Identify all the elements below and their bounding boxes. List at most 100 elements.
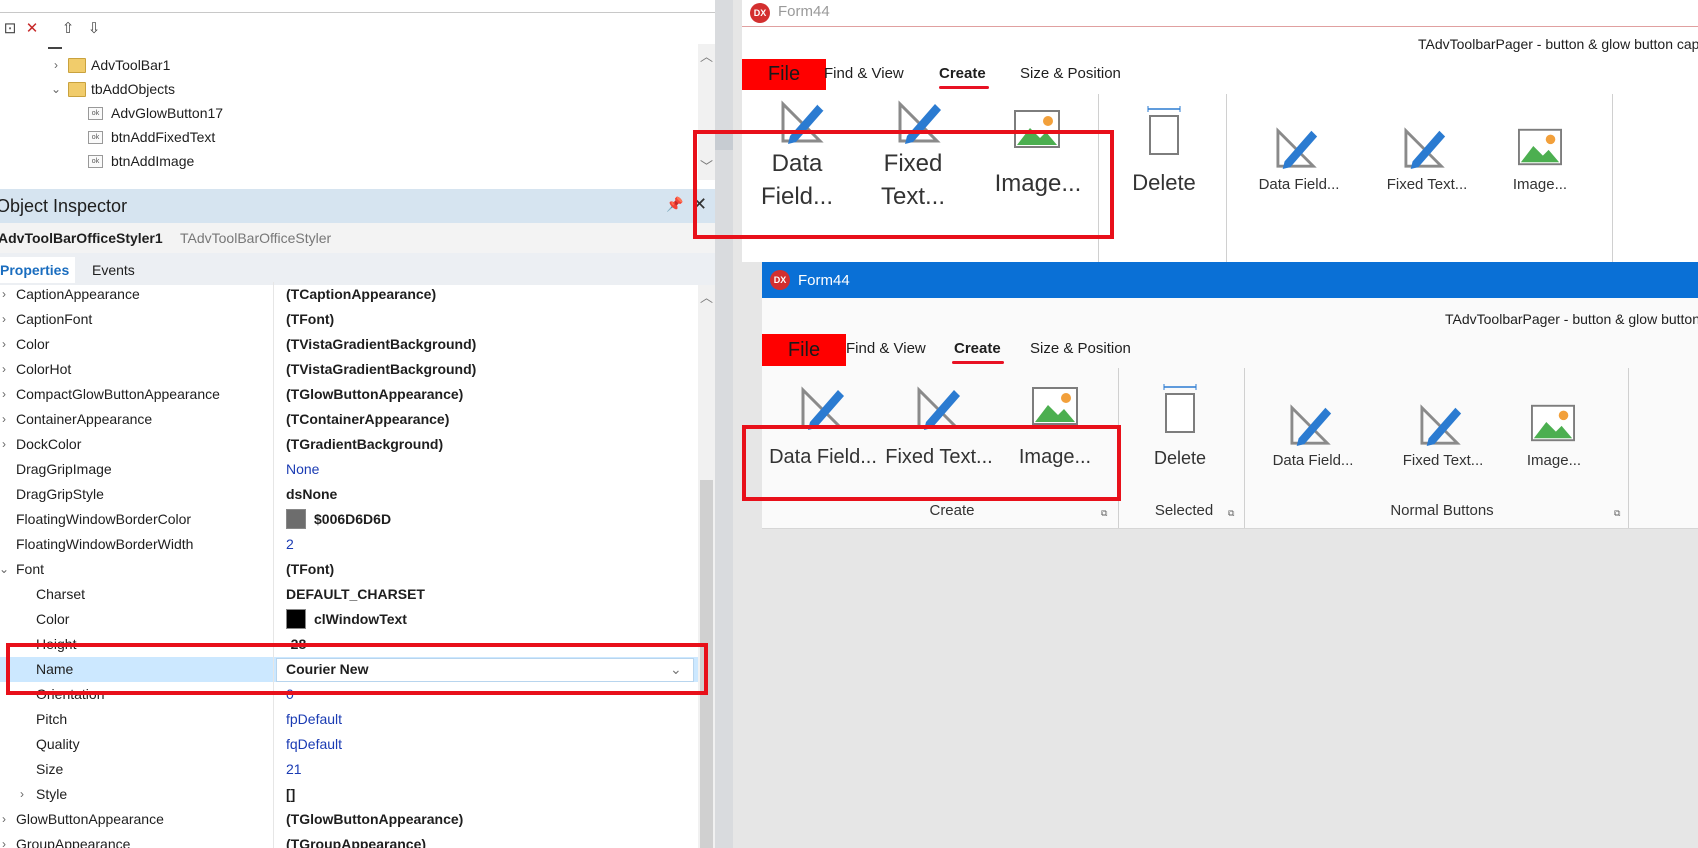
delete-button[interactable] — [1138, 380, 1222, 480]
tab-size-position[interactable]: Size & Position — [1030, 340, 1131, 357]
group-launcher-icon[interactable]: ⧉ — [1101, 508, 1107, 519]
property-row[interactable]: › Color (TVistaGradientBackground) — [0, 332, 698, 357]
pin-icon[interactable]: 📌 — [666, 196, 683, 213]
scroll-up-icon[interactable]: ︿ — [698, 46, 715, 65]
property-row[interactable]: FloatingWindowBorderWidth 2 — [0, 532, 698, 557]
ide-left-pane: ⊡ ✕ ⇧ ⇩ › AdvToolBar1 ⌄ tbAddObjects ok … — [0, 0, 715, 848]
property-row[interactable]: Size 21 — [0, 757, 698, 782]
tab-size-position[interactable]: Size & Position — [1020, 65, 1121, 82]
image-glow-button[interactable] — [1512, 398, 1596, 478]
property-value[interactable]: (TVistaGradientBackground) — [286, 332, 476, 357]
property-row[interactable]: ⌄ Font (TFont) — [0, 557, 698, 582]
property-value[interactable]: $006D6D6D — [286, 507, 391, 532]
fixed-text-glow-button[interactable] — [1396, 398, 1490, 478]
property-value[interactable]: fpDefault — [286, 707, 342, 732]
property-grid: › CaptionAppearance (TCaptionAppearance) › C… — [0, 282, 698, 848]
property-value[interactable]: (TGlowButtonAppearance) — [286, 382, 463, 407]
form-title: Form44 — [778, 3, 830, 20]
file-tab[interactable]: File — [742, 59, 826, 90]
property-row[interactable]: DragGripImage None — [0, 457, 698, 482]
data-field-glow-button[interactable] — [1252, 120, 1346, 200]
chevron-down-icon[interactable]: ⌄ — [0, 557, 10, 582]
delete-button[interactable] — [1122, 100, 1206, 210]
file-tab[interactable]: File — [762, 334, 846, 366]
property-row[interactable]: › ColorHot (TVistaGradientBackground) — [0, 357, 698, 382]
property-row[interactable]: FloatingWindowBorderColor $006D6D6D — [0, 507, 698, 532]
column-divider — [273, 607, 274, 632]
property-value[interactable]: (TContainerAppearance) — [286, 407, 449, 432]
chevron-right-icon[interactable]: › — [0, 432, 10, 457]
property-row[interactable]: › Style [] — [0, 782, 698, 807]
property-row[interactable]: › GroupAppearance (TGroupAppearance) — [0, 832, 698, 848]
chevron-down-icon[interactable]: ⌄ — [50, 77, 62, 101]
property-value[interactable]: dsNone — [286, 482, 337, 507]
tree-item-label: AdvToolBar1 — [91, 57, 171, 73]
data-field-glow-button[interactable] — [1266, 398, 1360, 478]
chevron-right-icon[interactable]: › — [50, 53, 62, 77]
column-divider — [273, 357, 274, 382]
tree-item-btnaddimage[interactable]: ok btnAddImage — [0, 149, 600, 173]
property-name: DockColor — [16, 436, 82, 452]
chevron-right-icon[interactable]: › — [0, 407, 10, 432]
property-row[interactable]: › CaptionAppearance (TCaptionAppearance) — [0, 282, 698, 307]
column-divider — [273, 807, 274, 832]
property-row[interactable]: › CompactGlowButtonAppearance (TGlowButton… — [0, 382, 698, 407]
object-inspector-header: Object Inspector 📌 ✕ — [0, 189, 715, 223]
tab-find-view[interactable]: Find & View — [824, 65, 904, 82]
property-value[interactable]: [] — [286, 782, 295, 807]
property-name: Quality — [36, 736, 80, 752]
property-value[interactable]: DEFAULT_CHARSET — [286, 582, 425, 607]
group-launcher-icon[interactable]: ⧉ — [1614, 508, 1620, 519]
property-row[interactable]: Pitch fpDefault — [0, 707, 698, 732]
property-value[interactable]: (TGlowButtonAppearance) — [286, 807, 463, 832]
property-value[interactable]: (TVistaGradientBackground) — [286, 357, 476, 382]
chevron-right-icon[interactable]: › — [0, 382, 10, 407]
tree-item-advtoolbar1[interactable]: › AdvToolBar1 — [0, 53, 600, 77]
tab-create[interactable]: Create — [954, 340, 1001, 357]
chevron-right-icon[interactable]: › — [16, 782, 28, 807]
property-value[interactable]: (TFont) — [286, 557, 334, 582]
property-value[interactable]: (TFont) — [286, 307, 334, 332]
chevron-right-icon[interactable]: › — [0, 307, 10, 332]
property-value-text: dsNone — [286, 486, 338, 502]
tab-events[interactable]: Events — [86, 257, 141, 283]
fixed-text-glow-button[interactable] — [1380, 120, 1474, 200]
property-row[interactable]: › ContainerAppearance (TContainerAppearanc… — [0, 407, 698, 432]
image-glow-button[interactable] — [1498, 120, 1582, 200]
property-row[interactable]: › GlowButtonAppearance (TGlowButtonAppeara… — [0, 807, 698, 832]
chevron-right-icon[interactable]: › — [0, 832, 10, 848]
group-launcher-icon[interactable]: ⧉ — [1228, 508, 1234, 519]
designer-gutter — [715, 0, 733, 848]
property-row[interactable]: › DockColor (TGradientBackground) — [0, 432, 698, 457]
property-row[interactable]: Color clWindowText — [0, 607, 698, 632]
property-value[interactable]: (TCaptionAppearance) — [286, 282, 436, 307]
tab-properties[interactable]: Properties — [0, 257, 76, 283]
property-row[interactable]: Quality fqDefault — [0, 732, 698, 757]
property-value[interactable]: (TGradientBackground) — [286, 432, 443, 457]
property-name: Color — [16, 336, 50, 352]
column-divider — [273, 407, 274, 432]
scroll-up-icon[interactable]: ︿ — [698, 287, 715, 306]
property-value[interactable]: clWindowText — [286, 607, 407, 632]
property-row[interactable]: Charset DEFAULT_CHARSET — [0, 582, 698, 607]
property-value[interactable]: fqDefault — [286, 732, 342, 757]
property-value[interactable]: 21 — [286, 757, 302, 782]
chevron-right-icon[interactable]: › — [0, 282, 10, 307]
property-value[interactable]: 2 — [286, 532, 294, 557]
tree-item-btnaddfixedtext[interactable]: ok btnAddFixedText — [0, 125, 600, 149]
tab-find-view[interactable]: Find & View — [846, 340, 926, 357]
chevron-right-icon[interactable]: › — [0, 332, 10, 357]
property-value[interactable]: None — [286, 457, 319, 482]
property-row[interactable]: DragGripStyle dsNone — [0, 482, 698, 507]
chevron-right-icon[interactable]: › — [0, 357, 10, 382]
structure-toolbar: ⊡ ✕ ⇧ ⇩ — [0, 14, 715, 44]
property-value-text: (TContainerAppearance) — [286, 411, 450, 427]
chevron-right-icon[interactable]: › — [0, 807, 10, 832]
property-value[interactable]: Courier New — [286, 657, 368, 682]
tree-item-tbaddobjects[interactable]: ⌄ tbAddObjects — [0, 77, 600, 101]
property-row[interactable]: › CaptionFont (TFont) — [0, 307, 698, 332]
object-selector[interactable]: AdvToolBarOfficeStyler1 TAdvToolBarOffic… — [0, 223, 715, 253]
tree-item-advglowbutton17[interactable]: ok AdvGlowButton17 — [0, 101, 600, 125]
tab-create[interactable]: Create — [939, 65, 986, 82]
property-value[interactable]: (TGroupAppearance) — [286, 832, 426, 848]
